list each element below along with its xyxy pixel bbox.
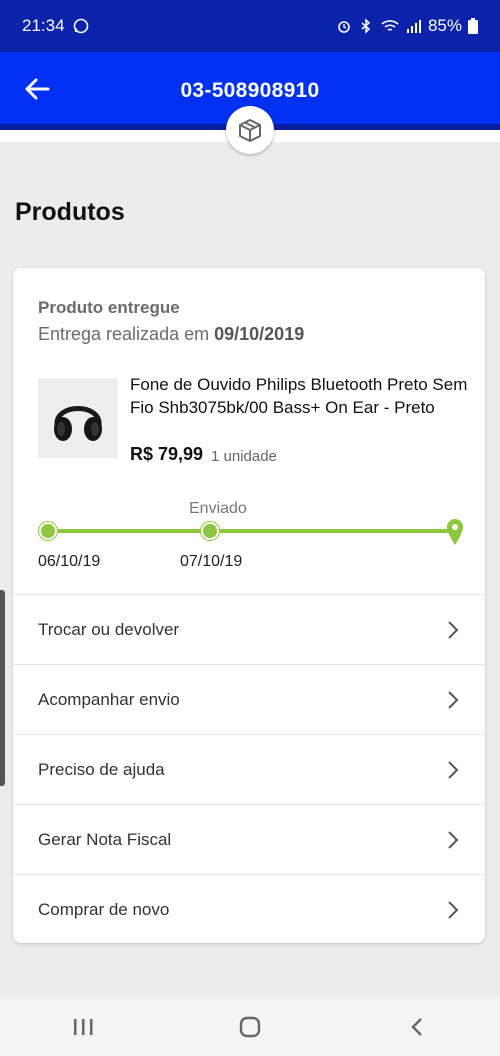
back-chevron-icon [410,1018,422,1036]
back-arrow-icon[interactable] [22,74,52,104]
action-buy-again[interactable]: Comprar de novo [13,874,485,943]
product-image[interactable] [38,378,118,458]
timeline-date-shipped: 07/10/19 [180,553,243,570]
order-actions-list: Trocar ou devolver Acompanhar envio Prec… [13,594,485,943]
timeline-dot-start [39,522,57,540]
action-label: Comprar de novo [38,899,170,919]
back-button[interactable] [397,1012,437,1042]
section-title: Produtos [15,198,125,226]
action-label: Trocar ou devolver [38,619,180,639]
timeline-date-start: 06/10/19 [38,553,101,570]
headphones-image [54,406,102,441]
chevron-right-icon [448,620,459,639]
package-badge [226,106,274,154]
action-label: Acompanhar envio [38,689,180,709]
timeline-progress-line [48,529,458,533]
action-generate-invoice[interactable]: Gerar Nota Fiscal [13,804,485,874]
order-card: Produto entregue Entrega realizada em 09… [13,268,485,943]
battery-percent: 85% [427,16,462,35]
action-label: Preciso de ajuda [38,759,165,779]
timeline-dot-shipped [201,522,219,540]
edge-panel-handle[interactable] [0,590,5,786]
signal-icon [406,20,421,33]
chevron-right-icon [448,830,459,849]
product-quantity: 1 unidade [211,448,277,465]
product-price: R$ 79,99 [130,444,204,464]
action-label: Gerar Nota Fiscal [38,829,172,849]
wifi-icon [381,20,399,31]
clock: 21:34 [22,16,65,35]
recent-apps-icon [74,1019,93,1035]
delivery-status-subtitle: Entrega realizada em 09/10/2019 [38,324,304,345]
recent-apps-button[interactable] [63,1012,103,1042]
order-number-title: 03-508908910 [180,79,320,102]
delivery-status-title: Produto entregue [38,298,180,317]
delivery-text: Entrega realizada em [38,324,210,344]
chevron-right-icon [448,900,459,919]
action-track-shipment[interactable]: Acompanhar envio [13,664,485,734]
status-bar: 21:34 85% [0,0,500,52]
battery-icon [468,18,478,34]
timeline-status-label: Enviado [189,500,247,517]
action-exchange-return[interactable]: Trocar ou devolver [13,594,485,664]
action-need-help[interactable]: Preciso de ajuda [13,734,485,804]
map-pin-icon [447,519,463,545]
product-name[interactable]: Fone de Ouvido Philips Bluetooth Preto S… [130,373,470,419]
whatsapp-icon [73,18,88,34]
home-button[interactable] [230,1012,270,1042]
home-icon [239,1016,261,1038]
chevron-right-icon [448,760,459,779]
delivery-date: 09/10/2019 [214,324,305,344]
package-box-icon [239,119,261,142]
system-nav-bar [0,998,500,1056]
alarm-icon [338,21,350,33]
bluetooth-icon [361,18,371,34]
chevron-right-icon [448,690,459,709]
